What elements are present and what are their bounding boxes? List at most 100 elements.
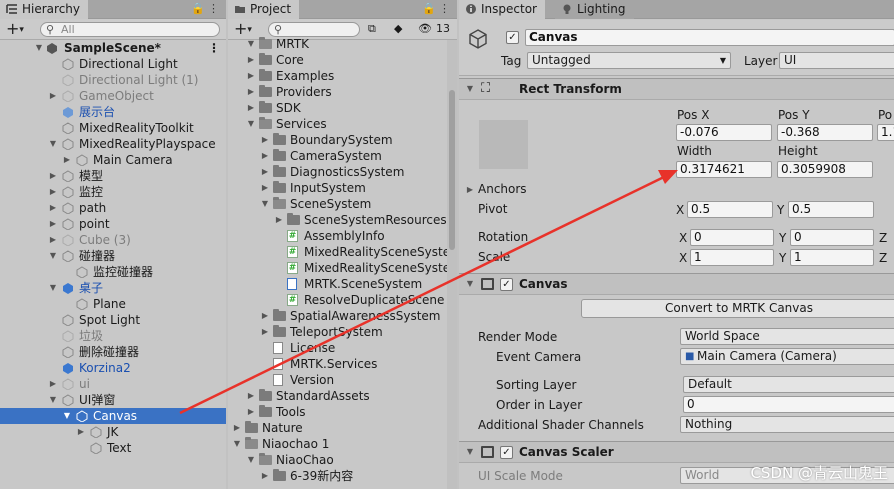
render-mode-dropdown[interactable]: World Space bbox=[680, 328, 894, 345]
list-item[interactable]: Directional Light (1) bbox=[0, 72, 226, 88]
expand-arrow-icon[interactable]: ▼ bbox=[48, 136, 58, 152]
list-item[interactable]: 展示台 bbox=[0, 104, 226, 120]
list-item[interactable]: # ResolveDuplicateScene bbox=[228, 292, 457, 308]
expand-arrow-icon[interactable]: ▼ bbox=[48, 392, 58, 408]
expand-arrow-icon[interactable]: ▶ bbox=[246, 404, 256, 420]
scrollbar-thumb[interactable] bbox=[449, 90, 455, 250]
expand-arrow-icon[interactable]: ▼ bbox=[232, 436, 242, 452]
collapse-arrow-icon[interactable]: ▼ bbox=[465, 279, 475, 288]
expand-arrow-icon[interactable]: ▶ bbox=[48, 200, 58, 216]
list-item[interactable]: ▼ MixedRealityPlayspace bbox=[0, 136, 226, 152]
object-name-field[interactable]: Canvas bbox=[525, 29, 894, 46]
list-item[interactable]: # AssemblyInfo bbox=[228, 228, 457, 244]
list-item-selected[interactable]: ▼ Canvas bbox=[0, 408, 226, 424]
expand-arrow-icon[interactable]: ▶ bbox=[48, 376, 58, 392]
pivot-y-field[interactable]: 0.5 bbox=[788, 201, 874, 218]
pivot-x-field[interactable]: 0.5 bbox=[687, 201, 773, 218]
lock-and-menu-icons[interactable]: 🔒⋮ bbox=[422, 2, 453, 15]
list-item[interactable]: ▶ Examples bbox=[228, 68, 457, 84]
list-item[interactable]: 监控碰撞器 bbox=[0, 264, 226, 280]
rect-transform-header[interactable]: ▼ ⛶ Rect Transform bbox=[459, 78, 894, 100]
list-item[interactable]: ▶ CameraSystem bbox=[228, 148, 457, 164]
expand-arrow-icon[interactable]: ▶ bbox=[260, 468, 270, 484]
canvas-scaler-enabled-checkbox[interactable]: ✓ bbox=[500, 446, 513, 459]
filter-by-type-icon[interactable]: ⧉ bbox=[368, 22, 376, 36]
active-checkbox[interactable]: ✓ bbox=[506, 31, 519, 44]
anchor-presets-preview[interactable] bbox=[479, 120, 528, 169]
list-item[interactable]: ▶ GameObject bbox=[0, 88, 226, 104]
tab-inspector[interactable]: Inspector bbox=[459, 0, 545, 19]
list-item[interactable]: ▼ UI弹窗 bbox=[0, 392, 226, 408]
list-item[interactable]: ▶ Nature bbox=[228, 420, 457, 436]
event-camera-field[interactable]: ■ Main Camera (Camera) bbox=[680, 348, 894, 365]
lock-and-menu-icons[interactable]: 🔒⋮ bbox=[191, 2, 222, 15]
list-item[interactable]: MixedRealityToolkit bbox=[0, 120, 226, 136]
list-item[interactable]: Text bbox=[0, 440, 226, 456]
list-item[interactable]: ▶ TeleportSystem bbox=[228, 324, 457, 340]
list-item[interactable]: Directional Light bbox=[0, 56, 226, 72]
expand-arrow-icon[interactable]: ▶ bbox=[48, 216, 58, 232]
list-item[interactable]: ▼ 桌子 bbox=[0, 280, 226, 296]
list-item[interactable]: ▶ JK bbox=[0, 424, 226, 440]
expand-arrow-icon[interactable]: ▼ bbox=[260, 196, 270, 212]
list-item[interactable]: 垃圾 bbox=[0, 328, 226, 344]
collapse-arrow-icon[interactable]: ▼ bbox=[465, 84, 475, 93]
list-item[interactable]: ▶ Main Camera bbox=[0, 152, 226, 168]
expand-arrow-icon[interactable]: ▶ bbox=[246, 100, 256, 116]
expand-arrow-icon[interactable]: ▶ bbox=[260, 148, 270, 164]
list-item[interactable]: # MixedRealitySceneSystem bbox=[228, 260, 457, 276]
expand-arrow-icon[interactable]: ▶ bbox=[246, 388, 256, 404]
canvas-component-header[interactable]: ▼ ✓ Canvas bbox=[459, 273, 894, 295]
expand-arrow-icon[interactable]: ▶ bbox=[246, 68, 256, 84]
scale-x-field[interactable]: 1 bbox=[690, 249, 774, 266]
expand-arrow-icon[interactable]: ▶ bbox=[232, 420, 242, 436]
expand-arrow-icon[interactable]: ▶ bbox=[246, 84, 256, 100]
shader-channels-dropdown[interactable]: Nothing bbox=[680, 416, 894, 433]
rot-y-field[interactable]: 0 bbox=[790, 229, 874, 246]
list-item[interactable]: Plane bbox=[0, 296, 226, 312]
list-item[interactable]: ▶ SDK bbox=[228, 100, 457, 116]
list-item[interactable]: ▶ Core bbox=[228, 52, 457, 68]
expand-arrow-icon[interactable]: ▶ bbox=[260, 164, 270, 180]
list-item[interactable]: MRTK.SceneSystem bbox=[228, 276, 457, 292]
tab-project[interactable]: Project bbox=[228, 0, 300, 19]
list-item[interactable]: ▶ Cube (3) bbox=[0, 232, 226, 248]
list-item[interactable]: MRTK.Services bbox=[228, 356, 457, 372]
expand-arrow-icon[interactable]: ▶ bbox=[465, 185, 475, 194]
list-item[interactable]: Version bbox=[228, 372, 457, 388]
list-item[interactable]: ▶ ui bbox=[0, 376, 226, 392]
project-search-input[interactable]: ⚲ bbox=[268, 22, 360, 37]
expand-arrow-icon[interactable]: ▼ bbox=[62, 408, 72, 424]
posy-field[interactable]: -0.368 bbox=[777, 124, 873, 141]
sorting-layer-dropdown[interactable]: Default bbox=[683, 376, 894, 393]
expand-arrow-icon[interactable]: ▶ bbox=[260, 324, 270, 340]
list-item[interactable]: # MixedRealitySceneSystem bbox=[228, 244, 457, 260]
convert-to-mrtk-canvas-button[interactable]: Convert to MRTK Canvas bbox=[581, 299, 894, 318]
height-field[interactable]: 0.3059908 bbox=[777, 161, 873, 178]
list-item[interactable]: License bbox=[228, 340, 457, 356]
tag-dropdown[interactable]: Untagged ▼ bbox=[527, 52, 731, 69]
list-item[interactable]: ▼ Services bbox=[228, 116, 457, 132]
layer-dropdown[interactable]: UI bbox=[779, 52, 894, 69]
collapse-arrow-icon[interactable]: ▼ bbox=[465, 447, 475, 456]
canvas-scaler-header[interactable]: ▼ ✓ Canvas Scaler bbox=[459, 441, 894, 463]
filter-by-label-icon[interactable]: ◆ bbox=[394, 22, 402, 35]
list-item[interactable]: ▶ SceneSystemResources bbox=[228, 212, 457, 228]
canvas-enabled-checkbox[interactable]: ✓ bbox=[500, 278, 513, 291]
list-item[interactable]: ▶ 模型 bbox=[0, 168, 226, 184]
expand-arrow-icon[interactable]: ▼ bbox=[246, 452, 256, 468]
list-item[interactable]: ▼ NiaoChao bbox=[228, 452, 457, 468]
expand-arrow-icon[interactable]: ▶ bbox=[48, 184, 58, 200]
expand-arrow-icon[interactable]: ▶ bbox=[48, 232, 58, 248]
list-item[interactable]: ▶ path bbox=[0, 200, 226, 216]
hierarchy-search-input[interactable]: ⚲ All bbox=[40, 22, 220, 37]
list-item[interactable]: ▼ MRTK bbox=[228, 36, 457, 52]
expand-arrow-icon[interactable]: ▼ bbox=[34, 40, 44, 56]
expand-arrow-icon[interactable]: ▶ bbox=[48, 168, 58, 184]
expand-arrow-icon[interactable]: ▼ bbox=[246, 116, 256, 132]
scene-menu-icon[interactable]: ⋮ bbox=[208, 40, 220, 56]
list-item[interactable]: ▶ Tools bbox=[228, 404, 457, 420]
posx-field[interactable]: -0.076 bbox=[676, 124, 772, 141]
expand-arrow-icon[interactable]: ▶ bbox=[274, 212, 284, 228]
list-item[interactable]: ▶ BoundarySystem bbox=[228, 132, 457, 148]
